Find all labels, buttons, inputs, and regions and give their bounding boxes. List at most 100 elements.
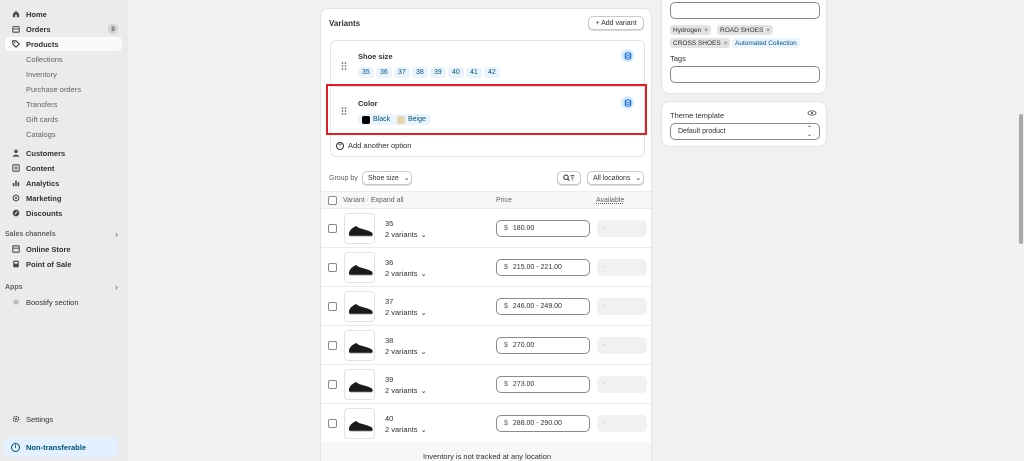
analytics-icon <box>12 179 20 187</box>
chevron-down-icon: ⌄ <box>420 269 427 278</box>
tags-input[interactable] <box>670 66 820 83</box>
remove-tag-icon[interactable]: × <box>724 40 728 47</box>
chevron-down-icon: ⌄ <box>635 175 642 182</box>
sidebar-item-catalogs[interactable]: Catalogs <box>5 127 122 141</box>
expand-variants-toggle[interactable]: 2 variants ⌄ <box>385 425 427 434</box>
sidebar-item-customers[interactable]: Customers <box>5 146 122 160</box>
price-input[interactable]: $215.00 - 221.00 <box>496 259 590 276</box>
remove-tag-icon[interactable]: × <box>704 27 708 34</box>
option-value-chip: 39 <box>430 67 446 78</box>
tag-label: ROAD SHOES <box>720 26 764 34</box>
expand-variants-toggle[interactable]: 2 variants ⌄ <box>385 230 427 239</box>
non-transferable-label: Non-transferable <box>26 442 87 452</box>
row-checkbox[interactable] <box>328 224 337 233</box>
column-available: Available <box>596 197 625 204</box>
database-icon[interactable] <box>621 96 634 109</box>
info-icon: i <box>11 442 20 452</box>
price-input[interactable]: $288.00 - 290.00 <box>496 415 590 432</box>
sidebar-item-orders[interactable]: Orders 8 <box>5 22 122 36</box>
option-value-chip: 42 <box>484 67 500 78</box>
inventory-tracking-note: Inventory is not tracked at any location <box>321 442 651 461</box>
table-row[interactable]: 35 2 variants ⌄ $180.00 - <box>321 209 651 248</box>
tags-label: Tags <box>670 54 686 63</box>
row-checkbox[interactable] <box>328 302 337 311</box>
table-row[interactable]: 36 2 variants ⌄ $215.00 - 221.00 - <box>321 248 651 287</box>
group-by-value: Shoe size <box>368 174 399 182</box>
sidebar-item-discounts[interactable]: Discounts <box>5 206 122 220</box>
tag-label: Automated Collection <box>735 39 797 47</box>
table-row[interactable]: 40 2 variants ⌄ $288.00 - 290.00 - <box>321 404 651 443</box>
pos-icon <box>12 260 20 268</box>
price-input[interactable]: $246.00 - 249.00 <box>496 298 590 315</box>
collections-input[interactable] <box>670 2 820 19</box>
non-transferable-banner[interactable]: i Non-transferable <box>4 437 118 457</box>
orders-icon <box>12 25 20 33</box>
select-all-checkbox[interactable] <box>328 196 337 205</box>
expand-variants-toggle[interactable]: 2 variants ⌄ <box>385 269 427 278</box>
sidebar-item-label: Marketing <box>26 193 62 203</box>
expand-variants-toggle[interactable]: 2 variants ⌄ <box>385 386 427 395</box>
chevron-down-icon: ⌄ <box>420 425 427 434</box>
row-checkbox[interactable] <box>328 341 337 350</box>
page-scrollbar-thumb[interactable] <box>1019 114 1023 244</box>
sidebar-item-label: Customers <box>26 148 66 158</box>
sidebar-item-label: Collections <box>26 54 63 64</box>
sidebar-item-label: Products <box>26 39 59 49</box>
option-shoe-size[interactable]: Shoe size 35 36 37 38 39 40 41 42 <box>330 40 645 87</box>
theme-template-card: Theme template Default product ⌃ ⌄ <box>661 101 827 147</box>
sidebar-item-gift-cards[interactable]: Gift cards <box>5 112 122 126</box>
sidebar-item-inventory[interactable]: Inventory <box>5 67 122 81</box>
locations-value: All locations <box>593 174 631 182</box>
theme-template-select[interactable]: Default product ⌃ ⌄ <box>670 123 820 140</box>
expand-variants-toggle[interactable]: 2 variants ⌄ <box>385 347 427 356</box>
option-name: Shoe size <box>358 52 393 61</box>
sidebar-item-online-store[interactable]: Online Store <box>5 242 122 256</box>
color-chip-beige: Beige <box>393 114 430 125</box>
drag-handle-icon[interactable] <box>341 107 347 115</box>
sidebar-item-products[interactable]: Products <box>5 37 122 51</box>
database-icon[interactable] <box>621 49 634 62</box>
price-input[interactable]: $180.00 <box>496 220 590 237</box>
option-color[interactable]: Color Black Beige <box>330 87 645 135</box>
sidebar-item-analytics[interactable]: Analytics <box>5 176 122 190</box>
column-variant[interactable]: Variant · Expand all <box>343 197 404 204</box>
apps-header[interactable]: Apps › <box>5 281 122 293</box>
table-row[interactable]: 37 2 variants ⌄ $246.00 - 249.00 - <box>321 287 651 326</box>
price-value: 273.00 <box>512 381 535 388</box>
add-variant-button[interactable]: + Add variant <box>588 16 644 30</box>
sidebar-item-purchase-orders[interactable]: Purchase orders <box>5 82 122 96</box>
chevron-down-icon: ⌄ <box>403 175 410 182</box>
row-checkbox[interactable] <box>328 419 337 428</box>
expand-variants-toggle[interactable]: 2 variants ⌄ <box>385 308 427 317</box>
row-checkbox[interactable] <box>328 263 337 272</box>
sidebar-item-label: Orders <box>26 24 51 34</box>
sidebar-item-point-of-sale[interactable]: Point of Sale <box>5 257 122 271</box>
sidebar-item-home[interactable]: Home <box>5 7 122 21</box>
sidebar-item-boostify-section[interactable]: Boostify section <box>5 295 122 309</box>
row-checkbox[interactable] <box>328 380 337 389</box>
sidebar-item-marketing[interactable]: Marketing <box>5 191 122 205</box>
group-by-select[interactable]: Shoe size ⌄ <box>362 171 412 185</box>
gear-icon <box>12 415 20 423</box>
sales-channels-header[interactable]: Sales channels › <box>5 228 122 240</box>
currency-symbol: $ <box>504 303 508 310</box>
shoe-image-icon <box>349 226 373 237</box>
sidebar-item-collections[interactable]: Collections <box>5 52 122 66</box>
remove-tag-icon[interactable]: × <box>766 27 770 34</box>
theme-template-label: Theme template <box>670 111 725 120</box>
table-row[interactable]: 38 2 variants ⌄ $270.00 - <box>321 326 651 365</box>
search-filter-button[interactable] <box>557 171 581 185</box>
price-input[interactable]: $270.00 <box>496 337 590 354</box>
drag-handle-icon[interactable] <box>341 62 347 70</box>
add-another-option-button[interactable]: + Add another option <box>330 135 645 157</box>
sidebar-item-settings[interactable]: Settings <box>5 412 122 426</box>
option-value-chip: 37 <box>394 67 410 78</box>
sidebar-item-transfers[interactable]: Transfers <box>5 97 122 111</box>
sidebar-item-content[interactable]: Content <box>5 161 122 175</box>
tag-chip: ROAD SHOES × <box>717 25 774 35</box>
eye-icon[interactable] <box>807 109 817 119</box>
locations-select[interactable]: All locations ⌄ <box>587 171 644 185</box>
group-by-label: Group by <box>329 175 358 182</box>
table-row[interactable]: 39 2 variants ⌄ $273.00 - <box>321 365 651 404</box>
price-input[interactable]: $273.00 <box>496 376 590 393</box>
